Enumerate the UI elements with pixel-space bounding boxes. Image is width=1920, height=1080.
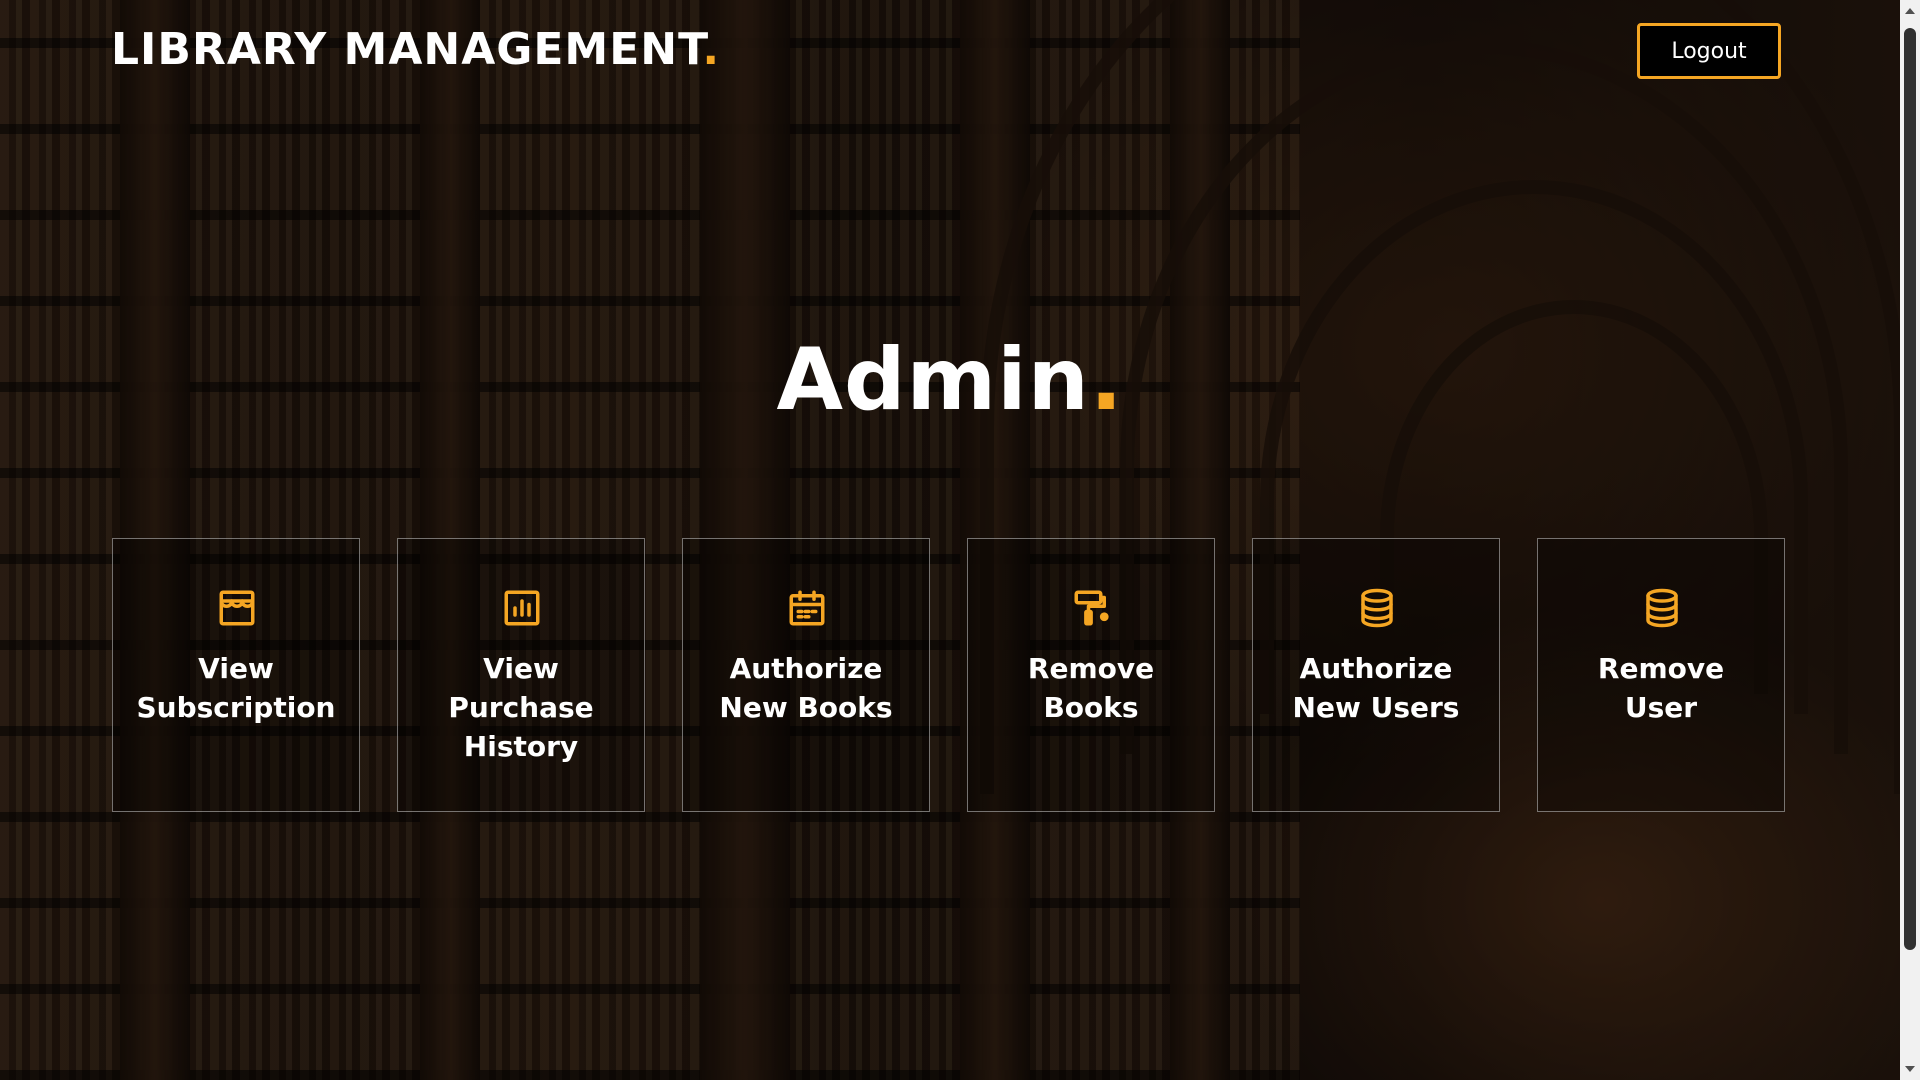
brand-accent-dot: . [702,24,721,75]
page-title-accent-dot: . [1089,330,1124,430]
remove-user-card[interactable]: Remove User [1537,538,1785,812]
card-label: Remove User [1597,652,1725,724]
view-subscription-card[interactable]: View Subscription [112,538,360,812]
bar-chart-icon [501,587,543,629]
page-title-text: Admin [776,330,1090,430]
card-label: Authorize New Books [719,652,893,724]
card-label: Authorize New Users [1292,652,1460,724]
card-label: Remove Books [1027,652,1155,724]
authorize-new-books-card[interactable]: Authorize New Books [682,538,930,812]
page-title: Admin. [0,330,1900,430]
database-icon [1356,587,1398,629]
paint-roller-icon [1071,587,1113,629]
database-icon [1641,587,1683,629]
view-purchase-history-card[interactable]: View Purchase History [397,538,645,812]
page-scrollbar[interactable] [1900,0,1920,1080]
card-label: View Subscription [136,652,336,724]
card-label: View Purchase History [448,652,594,763]
site-logo-title: LIBRARY MANAGEMENT. [111,24,720,75]
scrollbar-thumb[interactable] [1904,28,1916,950]
authorize-new-users-card[interactable]: Authorize New Users [1252,538,1500,812]
logout-button-label: Logout [1671,38,1747,64]
logout-button[interactable]: Logout [1637,23,1781,79]
calendar-icon [786,587,828,629]
brand-text: LIBRARY MANAGEMENT [111,24,703,75]
scroll-up-arrow-icon[interactable] [1905,8,1915,14]
store-icon [216,587,258,629]
scroll-down-arrow-icon[interactable] [1905,1066,1915,1072]
remove-books-card[interactable]: Remove Books [967,538,1215,812]
